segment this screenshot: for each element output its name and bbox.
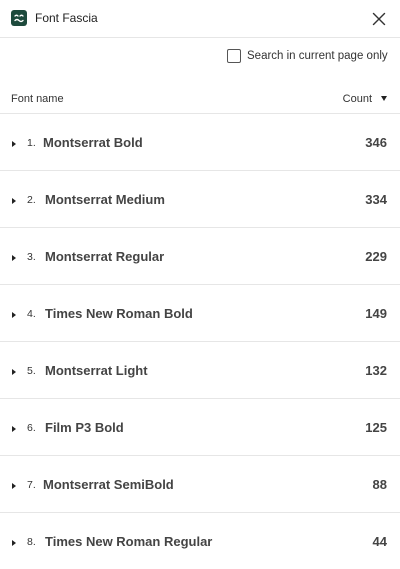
font-name: Montserrat SemiBold (43, 477, 174, 492)
font-index: 6. (27, 422, 36, 434)
search-current-page-option[interactable]: Search in current page only (227, 48, 388, 64)
font-name: Film P3 Bold (45, 420, 124, 435)
font-name: Times New Roman Regular (45, 534, 213, 549)
expand-caret-icon[interactable] (12, 426, 16, 432)
font-count: 149 (365, 306, 387, 321)
search-current-page-checkbox[interactable] (227, 49, 241, 63)
font-name: Montserrat Light (45, 363, 148, 378)
app-title: Font Fascia (35, 11, 98, 25)
font-index: 1. (27, 137, 36, 149)
font-row[interactable]: 3. Montserrat Regular 229 (0, 228, 400, 285)
font-count: 44 (372, 534, 387, 549)
font-index: 5. (27, 365, 36, 377)
font-row[interactable]: 2. Montserrat Medium 334 (0, 171, 400, 228)
font-index: 8. (27, 536, 36, 548)
close-icon (372, 12, 386, 26)
expand-caret-icon[interactable] (12, 483, 16, 489)
expand-caret-icon[interactable] (12, 198, 16, 204)
font-name: Times New Roman Bold (45, 306, 193, 321)
search-current-page-label[interactable]: Search in current page only (247, 50, 388, 62)
column-header: Font name Count (0, 84, 400, 114)
font-row[interactable]: 5. Montserrat Light 132 (0, 342, 400, 399)
font-index: 7. (27, 479, 36, 491)
font-count: 334 (365, 192, 387, 207)
font-count: 125 (365, 420, 387, 435)
font-row[interactable]: 8. Times New Roman Regular 44 (0, 513, 400, 569)
font-fascia-logo-icon (11, 10, 27, 26)
font-name-column-header: Font name (11, 93, 64, 105)
font-count: 346 (365, 135, 387, 150)
font-row[interactable]: 1. Montserrat Bold 346 (0, 114, 400, 171)
font-count: 229 (365, 249, 387, 264)
expand-caret-icon[interactable] (12, 369, 16, 375)
font-row[interactable]: 4. Times New Roman Bold 149 (0, 285, 400, 342)
font-count: 88 (372, 477, 387, 492)
expand-caret-icon[interactable] (12, 141, 16, 147)
expand-caret-icon[interactable] (12, 312, 16, 318)
expand-caret-icon[interactable] (12, 540, 16, 546)
font-index: 3. (27, 251, 36, 263)
font-name: Montserrat Regular (45, 249, 165, 264)
font-index: 2. (27, 194, 36, 206)
font-name: Montserrat Bold (43, 135, 143, 150)
font-name: Montserrat Medium (45, 192, 165, 207)
count-column-header[interactable]: Count (343, 93, 372, 105)
sort-desc-icon[interactable] (381, 96, 387, 101)
expand-caret-icon[interactable] (12, 255, 16, 261)
font-list: 1. Montserrat Bold 346 2. Montserrat Med… (0, 114, 400, 569)
font-index: 4. (27, 308, 36, 320)
close-button[interactable] (369, 9, 389, 29)
font-count: 132 (365, 363, 387, 378)
title-bar: Font Fascia (0, 0, 400, 38)
font-row[interactable]: 7. Montserrat SemiBold 88 (0, 456, 400, 513)
font-row[interactable]: 6. Film P3 Bold 125 (0, 399, 400, 456)
